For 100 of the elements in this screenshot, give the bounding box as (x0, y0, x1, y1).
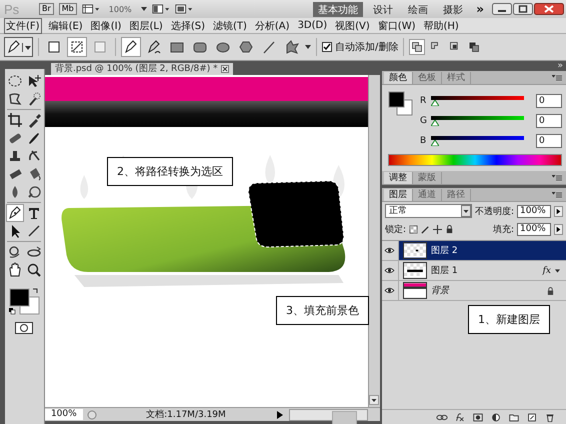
crop-icon[interactable] (6, 112, 23, 128)
panel-menu-icon[interactable] (552, 174, 562, 180)
callout-note: 3、填充前景色 (276, 296, 369, 325)
color-spectrum[interactable] (388, 154, 562, 166)
eye-icon[interactable] (384, 287, 396, 294)
link-icon[interactable] (436, 412, 448, 422)
effects-badge[interactable]: fx (542, 266, 551, 276)
combine-icon[interactable] (409, 39, 426, 55)
blend-mode-dropdown[interactable]: 正常 (384, 204, 472, 218)
trash-icon[interactable] (544, 412, 556, 422)
channel-value-field[interactable]: 0 (536, 94, 562, 108)
info-icon[interactable] (86, 410, 97, 420)
document-tab[interactable]: 背景.psd @ 100% (图层 2, RGB/8#) * (50, 63, 233, 75)
collapse-panels-button[interactable]: » (557, 61, 563, 71)
zoom-icon[interactable] (26, 262, 42, 278)
minimize-icon[interactable] (492, 3, 512, 15)
menu-item[interactable]: 滤镜(T) (212, 18, 248, 32)
layer-name: 图层 2 (430, 245, 458, 257)
scroll-down-icon[interactable] (368, 395, 379, 405)
pen-icon[interactable] (6, 205, 23, 221)
play-arrow-icon[interactable] (554, 206, 563, 216)
move-icon[interactable] (433, 224, 442, 234)
adjustment-layer-icon[interactable] (490, 412, 502, 422)
folder-icon[interactable] (508, 412, 520, 422)
workspace-button[interactable]: 设计 (368, 2, 398, 16)
panel-tab[interactable]: 调整 (384, 172, 413, 184)
channel-value-field[interactable]: 0 (536, 134, 562, 148)
app-logo: Ps (4, 2, 20, 16)
panel-tab[interactable]: 图层 (384, 189, 413, 201)
panel-menu-icon[interactable] (552, 74, 562, 80)
menu-item[interactable]: 3D(D) (296, 20, 328, 31)
tool-preset-picker[interactable] (4, 37, 33, 57)
lock-transparency-icon[interactable] (409, 224, 418, 234)
dodge-icon[interactable] (26, 184, 42, 200)
workspace-button[interactable]: 基本功能 (313, 2, 364, 16)
layer-row[interactable]: 背景 (382, 281, 566, 301)
eye-icon[interactable] (384, 267, 396, 274)
panel-tab[interactable]: 样式 (442, 72, 471, 84)
caret-icon[interactable] (140, 7, 147, 11)
maximize-icon[interactable] (513, 3, 533, 15)
panel-tab[interactable]: 蒙版 (412, 172, 442, 184)
opacity-label: 不透明度: (474, 206, 514, 218)
close-icon[interactable] (220, 65, 229, 73)
caret-icon[interactable] (460, 205, 471, 217)
workspace-button[interactable]: 绘画 (403, 2, 434, 16)
layer-row[interactable]: 图层 1 fx (382, 261, 566, 281)
panel-tab[interactable]: 路径 (442, 189, 471, 201)
hand-icon[interactable] (6, 262, 23, 278)
layer-style-icon[interactable] (454, 412, 466, 422)
callout-note: 1、新建图层 (468, 305, 550, 334)
layer-name: 背景 (430, 284, 449, 297)
bridge-button[interactable]: Br (39, 3, 54, 15)
opacity-field[interactable]: 100% (517, 204, 551, 218)
eye-icon[interactable] (384, 247, 396, 254)
mini-bridge-button[interactable]: Mb (58, 3, 77, 15)
checkbox[interactable] (322, 42, 332, 52)
caret-icon[interactable] (555, 268, 560, 272)
fill-field[interactable]: 100% (517, 222, 551, 236)
menu-item[interactable]: 分析(A) (254, 18, 291, 32)
quick-mask-icon[interactable] (15, 322, 34, 334)
paths-icon[interactable] (67, 37, 87, 57)
workspace-button[interactable]: 摄影 (438, 2, 468, 16)
arrange-documents-icon[interactable] (152, 3, 170, 15)
menu-item[interactable]: 视图(V) (334, 18, 371, 32)
channel-value-field[interactable]: 0 (536, 114, 562, 128)
layer-row[interactable]: 图层 2 (382, 241, 566, 261)
panel-menu-icon[interactable] (552, 192, 562, 198)
elliptical-marquee-icon[interactable] (6, 73, 23, 89)
menu-item[interactable]: 图像(I) (90, 18, 122, 32)
menu-item[interactable]: 选择(S) (170, 18, 206, 32)
pen-icon[interactable] (121, 37, 141, 57)
auto-add-delete-label: 自动添加/删除 (335, 40, 398, 54)
mask-icon[interactable] (472, 412, 484, 422)
more-workspaces-button[interactable]: » (473, 2, 487, 16)
zoom-level-dropdown[interactable]: 100% (104, 4, 136, 14)
menu-item[interactable]: 图层(L) (128, 18, 164, 32)
foreground-background-swatch[interactable] (388, 91, 414, 117)
menu-item[interactable]: 编辑(E) (48, 18, 84, 32)
menu-item[interactable]: 文件(F) (4, 18, 42, 34)
menu-item[interactable]: 窗口(W) (376, 18, 416, 32)
screen-mode-icon[interactable] (174, 3, 193, 15)
brush-icon[interactable] (421, 224, 430, 234)
play-arrow-icon[interactable] (274, 410, 285, 420)
color-swatches-icon[interactable] (7, 286, 42, 316)
view-extras-icon[interactable] (82, 3, 100, 15)
close-icon[interactable] (534, 3, 564, 15)
lock-icon[interactable] (445, 224, 454, 234)
channel-label: G (420, 116, 427, 126)
play-arrow-icon[interactable] (554, 224, 563, 234)
channel-label: B (420, 136, 427, 146)
pen-icon[interactable] (6, 39, 22, 55)
panel-tab[interactable]: 色板 (412, 72, 442, 84)
zoom-field[interactable]: 100% (44, 409, 83, 420)
panel-tab[interactable]: 通道 (412, 189, 442, 201)
menu-item[interactable]: 帮助(H) (422, 18, 460, 32)
panel-tab[interactable]: 颜色 (384, 72, 413, 84)
caret-icon[interactable] (305, 45, 311, 49)
lasso-icon[interactable] (6, 91, 23, 107)
new-layer-icon[interactable] (526, 412, 538, 422)
caret-icon[interactable] (25, 46, 31, 50)
